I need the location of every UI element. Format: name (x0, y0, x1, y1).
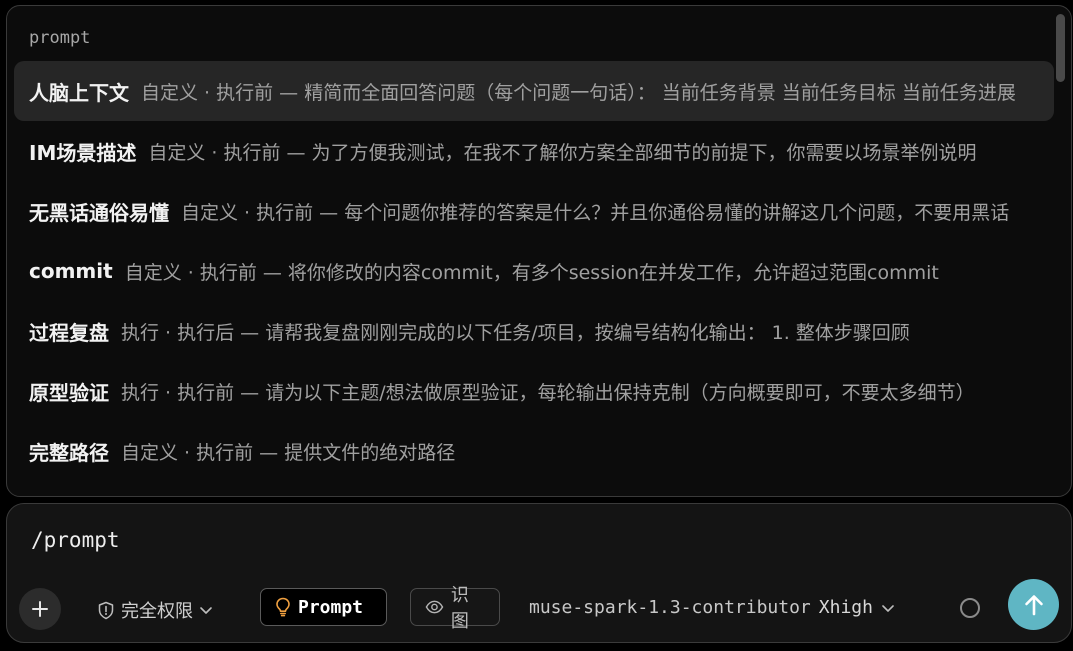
prompt-item-description: 自定义 · 执行前 — 将你修改的内容commit，有多个session在并发工… (124, 261, 939, 284)
permission-dropdown[interactable]: 完全权限 (97, 597, 213, 623)
prompt-item[interactable]: IM场景描述 自定义 · 执行前 — 为了方便我测试，在我不了解你方案全部细节的… (14, 121, 1054, 181)
prompt-item-name: 人脑上下文 (29, 80, 129, 105)
prompt-item[interactable]: 过程复盘 执行 · 执行后 — 请帮我复盘刚刚完成的以下任务/项目，按编号结构化… (14, 301, 1054, 361)
lightbulb-icon (276, 597, 290, 617)
arrow-up-icon (1024, 594, 1043, 615)
plus-icon (32, 601, 48, 617)
prompt-item-description: 执行 · 执行前 — 请为以下主题/想法做原型验证，每轮输出保持克制（方向概要即… (121, 381, 975, 404)
prompt-item[interactable]: 无黑话通俗易懂 自定义 · 执行前 — 每个问题你推荐的答案是什么？并且你通俗易… (14, 181, 1054, 241)
model-selector[interactable]: muse-spark-1.3-contributor Xhigh (529, 597, 895, 618)
permission-label: 完全权限 (121, 601, 193, 622)
effort-label: Xhigh (818, 597, 873, 618)
prompt-item-description: 自定义 · 执行前 — 提供文件的绝对路径 (121, 441, 456, 464)
model-name: muse-spark-1.3-contributor (529, 597, 811, 618)
vision-toggle[interactable]: 识图 (410, 585, 500, 632)
prompt-item-description: 自定义 · 执行前 — 为了方便我测试，在我不了解你方案全部细节的前提下，你需要… (148, 141, 977, 164)
prompt-popup: prompt 人脑上下文 自定义 · 执行前 — 精简而全面回答问题（每个问题一… (6, 5, 1072, 497)
composer-toolbar: 完全权限 Prompt 识图 muse-spark-1.3-contributo… (19, 579, 1059, 632)
prompt-item-description: 自定义 · 执行前 — 精简而全面回答问题（每个问题一句话）： 当前任务背景 当… (141, 81, 1016, 104)
prompt-mode-toggle[interactable]: Prompt (260, 588, 387, 626)
prompt-list: 人脑上下文 自定义 · 执行前 — 精简而全面回答问题（每个问题一句话）： 当前… (14, 61, 1054, 481)
prompt-item-description: 自定义 · 执行前 — 每个问题你推荐的答案是什么？并且你通俗易懂的讲解这几个问… (181, 201, 1010, 224)
prompt-item[interactable]: 原型验证 执行 · 执行前 — 请为以下主题/想法做原型验证，每轮输出保持克制（… (14, 361, 1054, 421)
prompt-item-name: IM场景描述 (29, 140, 137, 165)
send-button[interactable] (1008, 579, 1059, 630)
chevron-down-icon (200, 607, 212, 614)
composer: /prompt 完全权限 Prompt 识图 muse-spark-1.3-co… (6, 503, 1072, 643)
prompt-item-name: 完整路径 (29, 440, 109, 465)
composer-input[interactable]: /prompt (31, 528, 120, 552)
eye-icon (425, 600, 444, 614)
prompt-item-name: commit (29, 259, 113, 283)
prompt-item[interactable]: 人脑上下文 自定义 · 执行前 — 精简而全面回答问题（每个问题一句话）： 当前… (14, 61, 1054, 121)
prompt-item-name: 过程复盘 (29, 320, 109, 345)
prompt-item[interactable]: commit 自定义 · 执行前 — 将你修改的内容commit，有多个sess… (14, 241, 1054, 301)
chevron-down-icon (882, 604, 894, 612)
popup-scrollbar[interactable] (1056, 14, 1065, 82)
prompt-item[interactable]: 完整路径 自定义 · 执行前 — 提供文件的绝对路径 (14, 421, 1054, 481)
prompt-item-description: 执行 · 执行后 — 请帮我复盘刚刚完成的以下任务/项目，按编号结构化输出： 1… (121, 321, 910, 344)
spinner-icon (960, 598, 980, 618)
prompt-item-name: 无黑话通俗易懂 (29, 200, 169, 225)
prompt-item-name: 原型验证 (29, 380, 109, 405)
shield-icon (98, 601, 114, 619)
prompt-chip-label: Prompt (298, 596, 364, 618)
add-button[interactable] (19, 588, 61, 630)
vision-chip-label: 识图 (450, 585, 469, 632)
popup-title: prompt (29, 28, 91, 48)
